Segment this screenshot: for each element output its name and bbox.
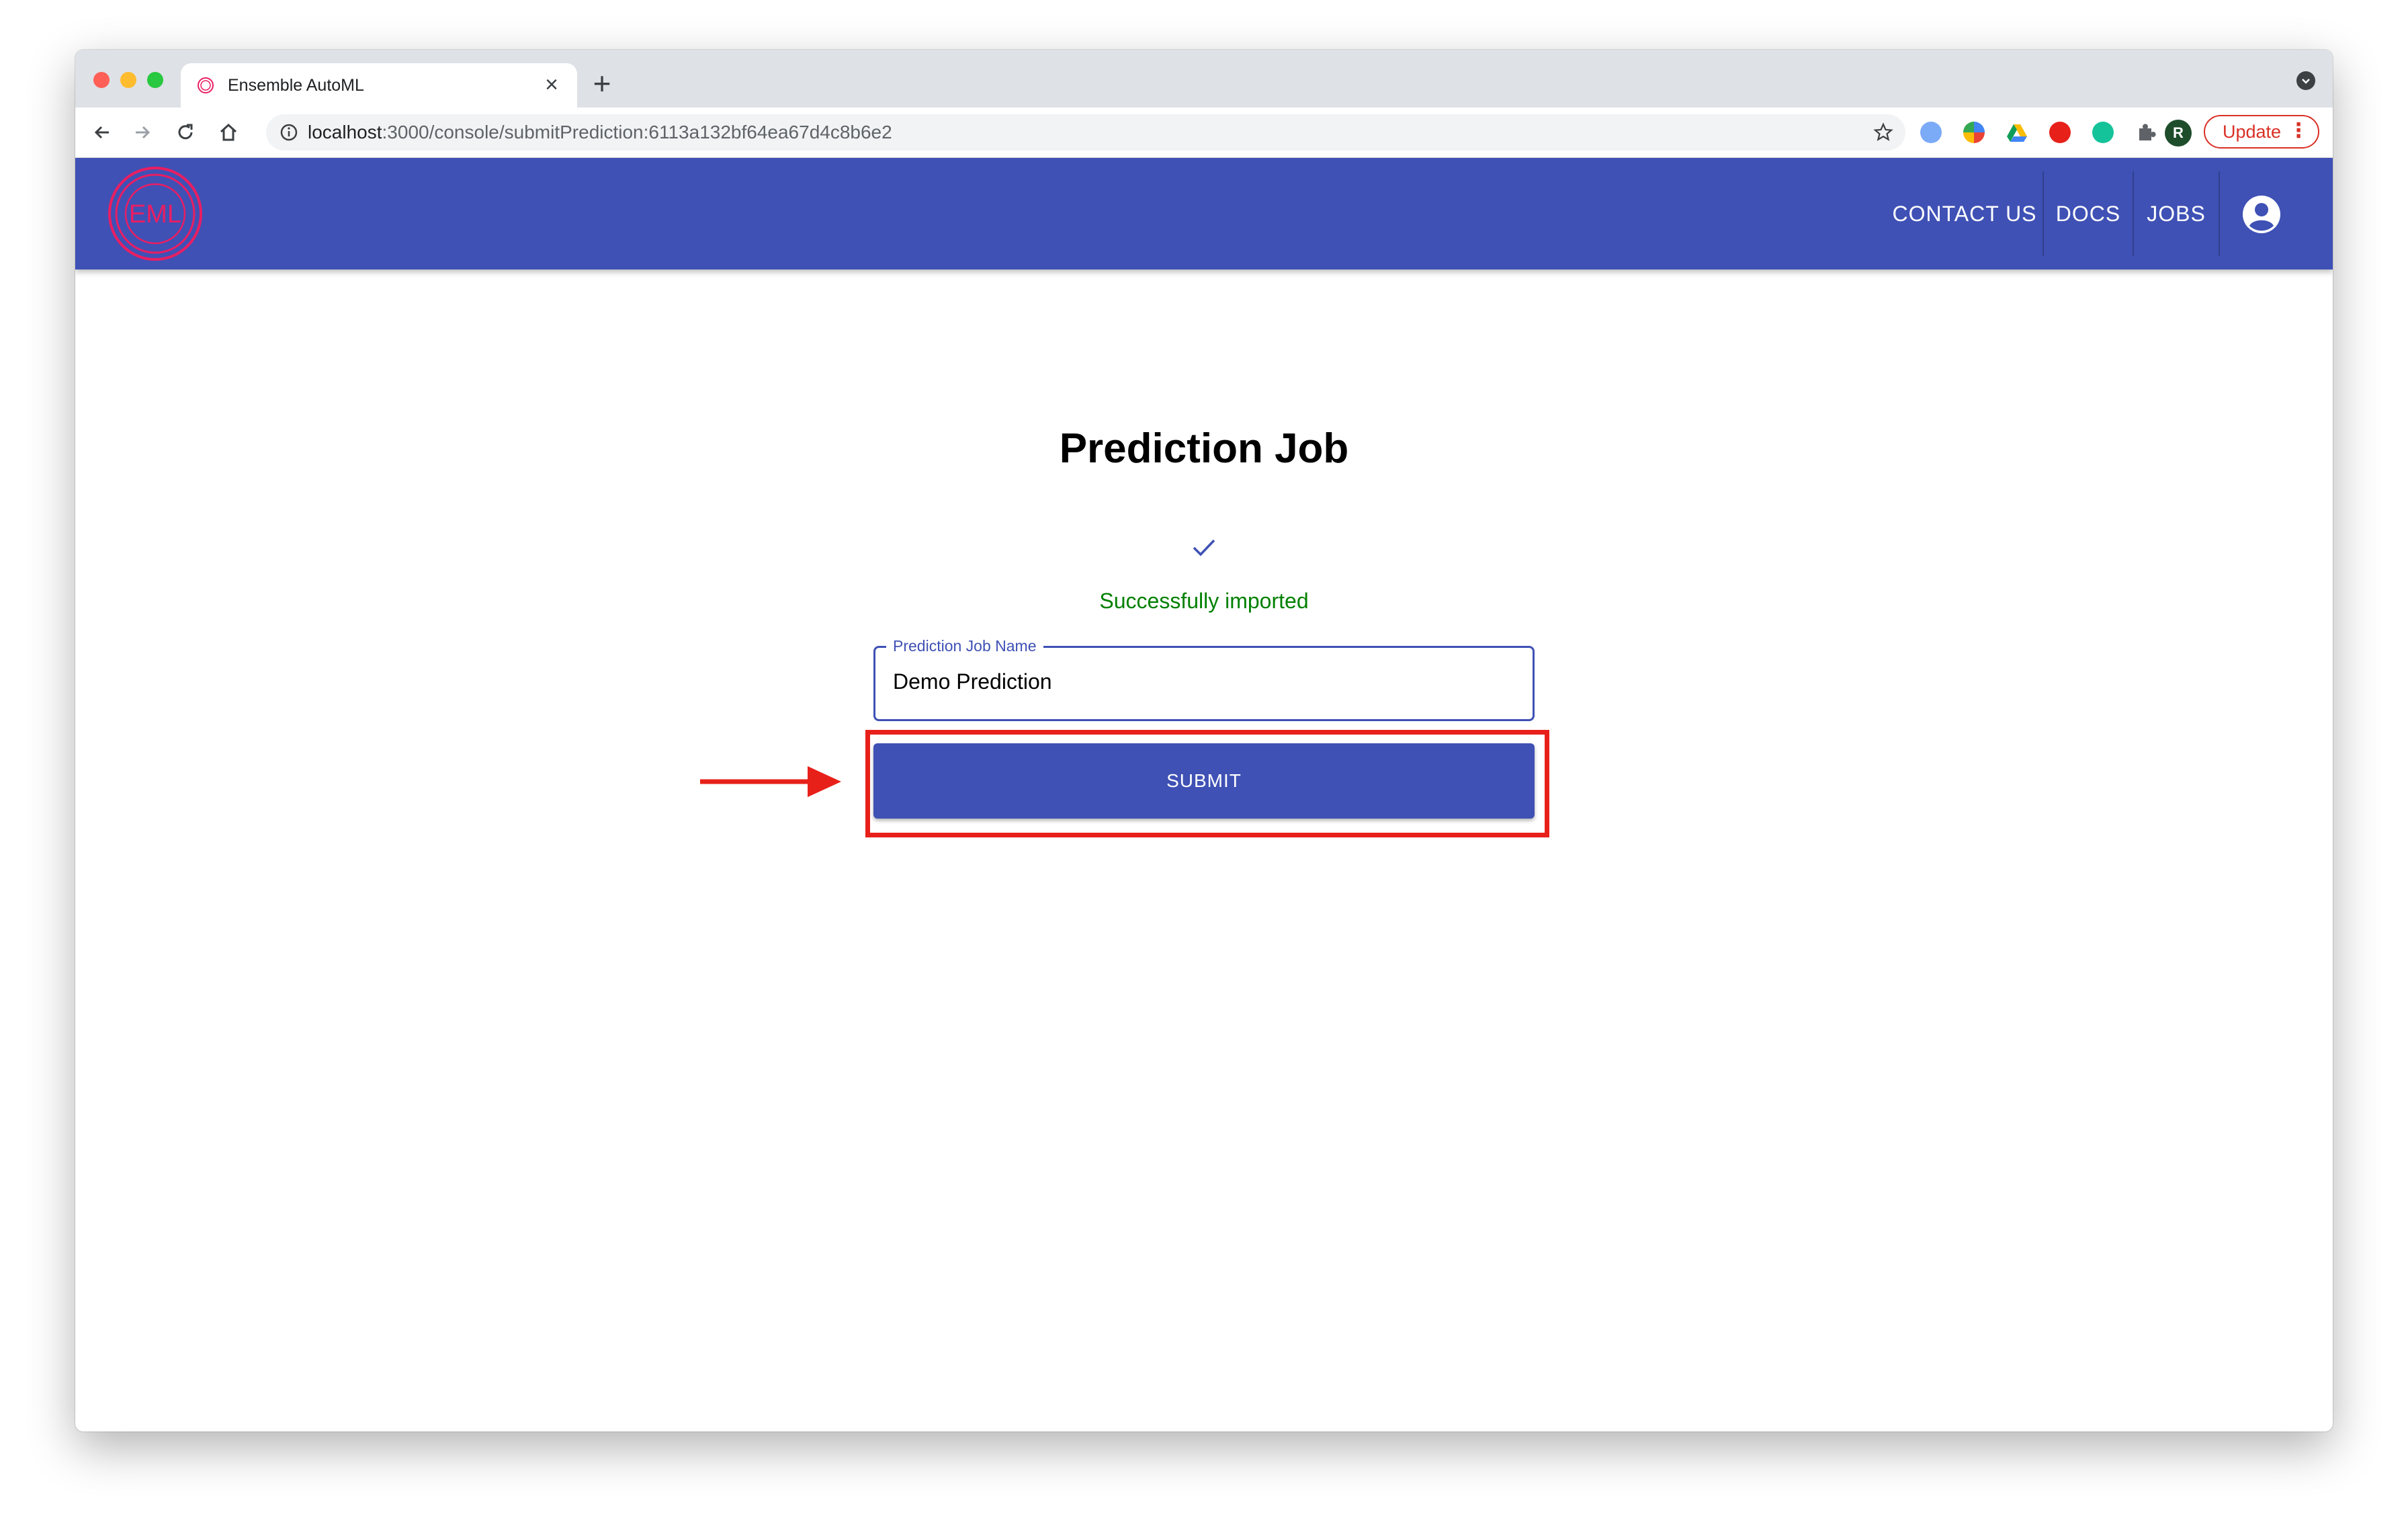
extension-adblock-icon[interactable] [2049, 122, 2071, 143]
nav-contact-us[interactable]: CONTACT US [1887, 158, 2042, 270]
success-message: Successfully imported [1099, 589, 1309, 613]
forward-button[interactable] [126, 116, 159, 149]
url-text: localhost:3000/console/submitPrediction:… [308, 122, 892, 142]
prediction-job-name-input[interactable] [893, 668, 1498, 695]
google-drive-icon[interactable] [2006, 122, 2028, 143]
browser-window: Ensemble AutoML × + localhost:3000/conso… [75, 50, 2333, 1432]
nav-docs[interactable]: DOCS [2044, 158, 2133, 270]
reload-icon [178, 124, 193, 140]
home-icon [220, 123, 237, 141]
address-bar[interactable]: localhost:3000/console/submitPrediction:… [266, 114, 1905, 151]
nav-jobs[interactable]: JOBS [2134, 158, 2219, 270]
minimize-window-button[interactable] [120, 72, 136, 88]
star-icon[interactable] [1873, 122, 1893, 142]
check-icon [1193, 539, 1215, 556]
account-circle-icon[interactable] [2241, 194, 2282, 235]
profile-avatar[interactable]: R [2165, 120, 2192, 147]
tab-strip: Ensemble AutoML × + [75, 50, 2333, 108]
logo-text: EML [129, 200, 181, 229]
screenshot: Ensemble AutoML × + localhost:3000/conso… [0, 0, 2408, 1531]
browser-tab[interactable]: Ensemble AutoML × [181, 63, 577, 108]
reload-button[interactable] [169, 116, 202, 149]
maximize-window-button[interactable] [147, 72, 163, 88]
url-host: localhost [308, 122, 382, 142]
back-arrow-icon [94, 126, 109, 139]
menu-dots-icon: ⋮ [2288, 120, 2309, 142]
tab-close-icon[interactable]: × [538, 71, 565, 98]
chevron-down-icon [2302, 79, 2310, 84]
extension-chrome-icon[interactable] [1963, 122, 1985, 143]
page-title: Prediction Job [1059, 425, 1349, 472]
update-label: Update [2223, 122, 2282, 142]
puzzle-icon[interactable] [2135, 122, 2157, 143]
tab-search-icon[interactable] [2296, 71, 2315, 90]
url-path: :3000/console/submitPrediction:6113a132b… [382, 122, 892, 142]
browser-toolbar: localhost:3000/console/submitPrediction:… [75, 108, 2333, 158]
extension-compass-icon[interactable] [1920, 122, 1942, 143]
forward-arrow-icon [136, 126, 150, 139]
grammarly-icon[interactable] [2092, 122, 2114, 143]
info-icon[interactable] [280, 123, 298, 142]
favicon-icon [198, 77, 214, 93]
app-header: EML CONTACT US DOCS JOBS [75, 158, 2333, 270]
prediction-job-name-field[interactable]: Prediction Job Name [873, 636, 1535, 721]
nav-divider [2219, 171, 2220, 256]
eml-logo[interactable]: EML [106, 165, 204, 263]
annotation-highlight-box [865, 730, 1549, 837]
back-button[interactable] [86, 116, 118, 149]
close-window-button[interactable] [93, 72, 110, 88]
update-button[interactable]: Update ⋮ [2204, 115, 2319, 149]
home-button[interactable] [212, 116, 245, 149]
annotation-arrow-icon [700, 766, 841, 797]
tab-title: Ensemble AutoML [228, 76, 364, 95]
new-tab-button[interactable]: + [587, 68, 617, 99]
field-label: Prediction Job Name [886, 636, 1043, 655]
